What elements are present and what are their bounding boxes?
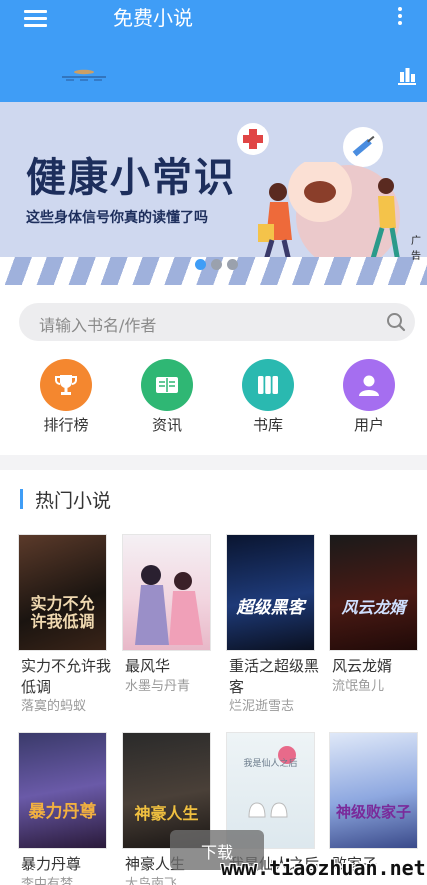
banner-subtitle: 这些身体信号你真的读懂了吗 [26,210,208,226]
book-card[interactable]: 风云龙婿 风云龙婿 流氓鱼儿 [330,535,420,695]
quick-nav: 排行榜 资讯 书库 用户 [0,356,427,442]
promo-banner[interactable]: 健康小常识 这些身体信号你真的读懂了吗 广告 [0,102,427,285]
more-options-button[interactable] [393,6,407,28]
section-divider [0,455,427,470]
book-title: 暴力丹尊 [21,855,82,873]
pagination-dot[interactable] [211,259,222,270]
nav-ranking-label: 排行榜 [43,416,89,434]
book-title: 实力不允许我低调 [21,657,112,696]
book-title: 风云龙婿 [332,657,393,675]
pagination-dot-active[interactable] [195,259,206,270]
section-title: 热门小说 [35,490,112,512]
cover-title: 实力不允许我低调 [30,594,95,631]
medical-cross-icon [237,123,269,155]
app-bar: 免费小说 [0,0,427,102]
nav-library-label: 书库 [252,416,283,434]
more-dot [398,21,402,25]
hamburger-line [24,17,47,20]
cover-title: 超级黑客 [236,598,305,618]
nav-news[interactable]: 资讯 [130,356,204,438]
book-card[interactable]: 实力不允许我低调 实力不允许我低调 落寞的蚂蚁 [19,535,111,715]
app-logo [62,69,106,81]
book-card[interactable]: 最风华 水墨与丹青 [123,535,213,695]
user-icon [343,359,395,411]
more-dot [398,14,402,18]
book-author: 水墨与丹青 [125,679,191,694]
nav-user-label: 用户 [353,416,384,434]
menu-button[interactable] [24,10,48,28]
search-input[interactable]: 请输入书名/作者 [19,303,415,341]
nav-user[interactable]: 用户 [332,356,406,438]
book-cover: 超级黑客 [227,535,314,650]
app-title: 免费小说 [113,6,193,30]
watermark-text: www.tiaozhuan.net [221,856,426,880]
bookshelf-icon [242,359,294,411]
book-author: 烂泥逝雪志 [229,699,295,714]
cover-title: 我是仙人之后 [243,759,298,769]
book-author: 流氓鱼儿 [332,679,385,694]
hamburger-menu-icon [24,10,47,13]
nav-library[interactable]: 书库 [231,356,305,438]
book-cover: 风云龙婿 [330,535,417,650]
book-cover: 实力不允许我低调 [19,535,106,650]
book-title: 重活之超级黑客 [229,657,320,696]
hot-novels-header: 热门小说 [0,482,427,518]
open-book-icon [141,359,193,411]
section-accent-bar [20,489,23,509]
cover-title: 风云龙婿 [341,598,406,617]
pagination-dot[interactable] [227,259,238,270]
cover-title: 暴力丹尊 [28,802,97,822]
more-vertical-icon [398,7,402,11]
ad-label: 广告 [411,236,421,262]
cover-title: 神级败家子 [335,803,411,821]
ranking-chart-icon[interactable] [397,66,417,86]
book-card[interactable]: 超级黑客 重活之超级黑客 烂泥逝雪志 [227,535,319,715]
search-placeholder: 请输入书名/作者 [39,316,157,335]
watermark: www.tiaozhuan.net [213,852,427,885]
book-author: 李中有梦 [21,877,74,885]
hamburger-line [24,24,47,27]
cover-art [135,565,203,645]
search-icon[interactable] [386,312,406,332]
banner-headline: 健康小常识 [26,155,236,201]
nav-news-label: 资讯 [151,416,182,434]
banner-pagination [195,259,241,271]
nav-ranking[interactable]: 排行榜 [29,356,103,438]
book-author: 大鸟南飞 [125,877,178,885]
book-cover: 暴力丹尊 [19,733,106,848]
book-title: 最风华 [125,657,171,675]
book-cover: 神级败家子 [330,733,417,848]
book-card[interactable]: 暴力丹尊 暴力丹尊 李中有梦 [19,733,109,885]
trophy-icon [40,359,92,411]
book-cover [123,535,210,650]
book-author: 落寞的蚂蚁 [21,699,87,714]
cover-title: 神豪人生 [134,804,199,823]
